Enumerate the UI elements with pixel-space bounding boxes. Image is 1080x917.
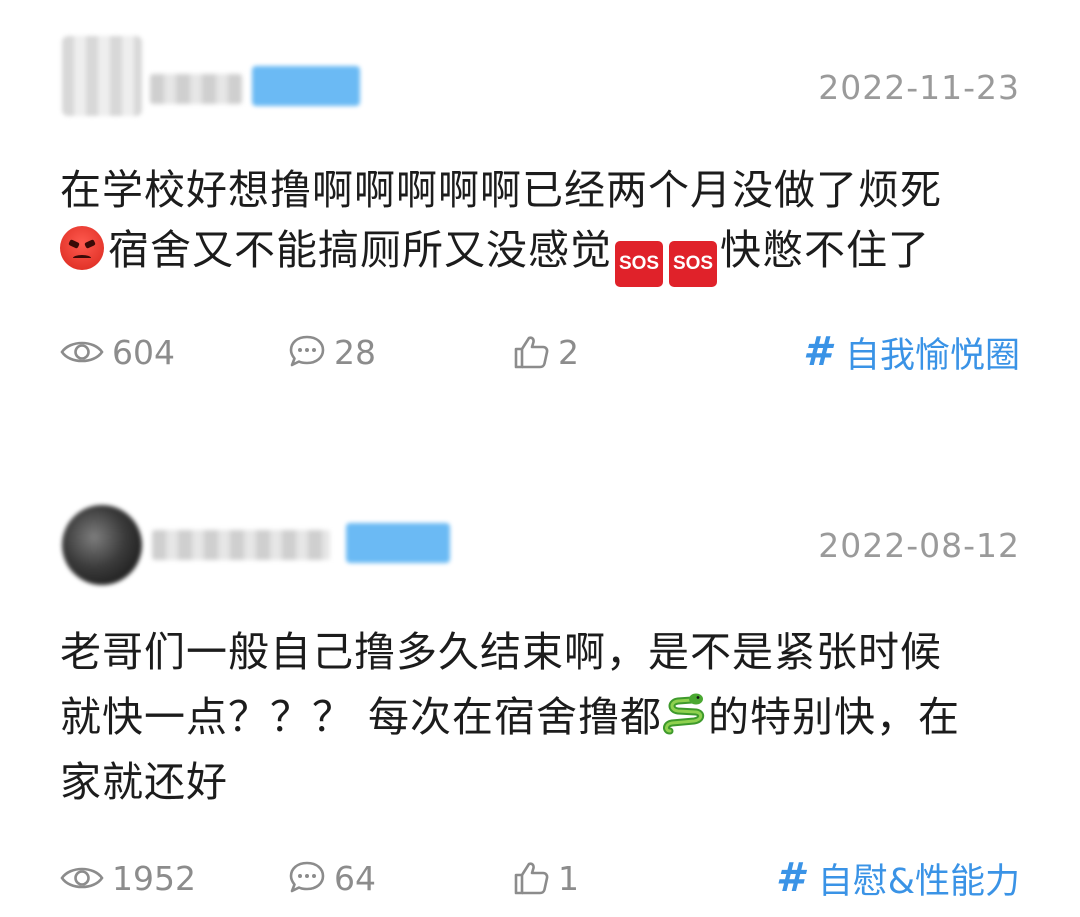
post-date: 2022-11-23 [818, 68, 1020, 107]
likes-count: 2 [558, 332, 579, 372]
user-badge-blurred [346, 523, 450, 563]
views-stat: 604 [60, 327, 175, 377]
user-badge-blurred [252, 66, 360, 106]
username-blurred[interactable] [152, 530, 330, 560]
content-text: 宿舍又不能搞厕所又没感觉 [108, 226, 612, 274]
eye-icon [60, 341, 104, 363]
topic-tag[interactable]: # 自慰&性能力 [776, 853, 1020, 903]
avatar[interactable] [62, 505, 142, 585]
content-text: 就快一点？？？ 每次在宿舍撸都 [60, 693, 663, 741]
like-button[interactable]: 2 [512, 327, 579, 377]
sos-icon: SOS [615, 241, 663, 287]
comment-bubble-icon [289, 335, 325, 367]
hashtag-icon: # [775, 855, 804, 901]
post-card[interactable]: 2022-11-23 在学校好想撸啊啊啊啊啊已经两个月没做了烦死 宿舍又不能搞厕… [0, 0, 1080, 440]
post-content[interactable]: 在学校好想撸啊啊啊啊啊已经两个月没做了烦死 宿舍又不能搞厕所又没感觉 SOS SOS… [60, 160, 1020, 287]
topic-tag[interactable]: # 自我愉悦圈 [803, 327, 1020, 377]
content-line: 宿舍又不能搞厕所又没感觉 SOS SOS 快憋不住了 [60, 220, 1020, 287]
sos-icon: SOS [669, 241, 717, 287]
angry-face-icon [60, 226, 104, 270]
views-stat: 1952 [60, 853, 196, 903]
post-stats: 604 28 2 # 自我愉悦圈 [60, 327, 1020, 377]
content-line: 就快一点？？？ 每次在宿舍撸都 的特别快，在 [60, 685, 1020, 750]
content-line: 在学校好想撸啊啊啊啊啊已经两个月没做了烦死 [60, 166, 942, 214]
views-count: 1952 [112, 858, 196, 898]
post-date: 2022-08-12 [818, 526, 1020, 565]
hashtag-icon: # [803, 329, 831, 375]
topic-label: 自我愉悦圈 [844, 335, 1020, 376]
comments-button[interactable]: 28 [288, 327, 376, 377]
like-button[interactable]: 1 [512, 853, 579, 903]
eye-icon [60, 867, 104, 889]
content-text: 快憋不住了 [720, 226, 930, 274]
content-line: 家就还好 [60, 758, 228, 806]
snake-icon [663, 693, 705, 735]
comment-bubble-icon [289, 861, 325, 893]
post-card[interactable]: 2022-08-12 老哥们一般自己撸多久结束啊，是不是紧张时候 就快一点？？？… [0, 470, 1080, 917]
topic-label: 自慰&性能力 [817, 861, 1020, 902]
comments-button[interactable]: 64 [288, 853, 376, 903]
comments-count: 28 [334, 332, 376, 372]
content-text: 的特别快，在 [708, 693, 961, 741]
likes-count: 1 [558, 858, 579, 898]
username-blurred[interactable] [150, 74, 242, 104]
content-line: 老哥们一般自己撸多久结束啊，是不是紧张时候 [60, 628, 942, 676]
avatar[interactable] [62, 36, 142, 116]
thumbs-up-icon [514, 336, 549, 369]
post-content[interactable]: 老哥们一般自己撸多久结束啊，是不是紧张时候 就快一点？？？ 每次在宿舍撸都 的特别… [60, 620, 1020, 815]
post-stats: 1952 64 1 # 自慰&性能力 [60, 853, 1020, 903]
comments-count: 64 [334, 858, 376, 898]
views-count: 604 [112, 332, 175, 372]
thumbs-up-icon [514, 862, 549, 895]
